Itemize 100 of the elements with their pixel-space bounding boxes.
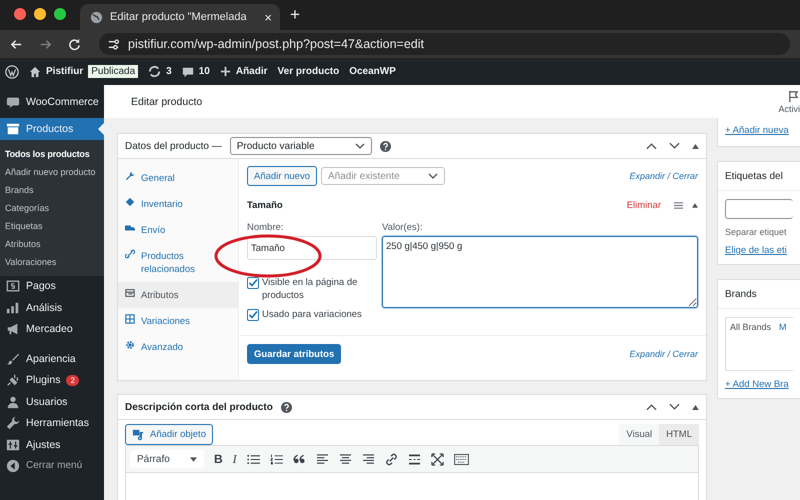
menu-item[interactable]: Pagos (0, 276, 104, 297)
collapse-menu-button[interactable]: Cerrar menú (0, 456, 104, 476)
fullscreen-icon[interactable] (430, 452, 444, 466)
link-icon[interactable] (384, 452, 398, 466)
wordpress-logo-icon[interactable] (5, 64, 19, 78)
menu-item[interactable]: Usuarios (0, 391, 104, 412)
checkbox-label: Visible en la página de productos (262, 276, 358, 302)
product-data-tab[interactable]: Variaciones (118, 308, 238, 334)
chevron-up-icon[interactable] (646, 403, 657, 411)
product-data-tab[interactable]: Productos relacionados (118, 243, 238, 282)
checkbox[interactable] (247, 309, 259, 321)
globe-icon (90, 10, 103, 24)
product-data-tab[interactable]: Envío (118, 217, 238, 243)
keyboard-icon[interactable] (454, 454, 469, 464)
remove-link[interactable]: Eliminar (626, 200, 661, 210)
close-window-button[interactable] (14, 8, 26, 20)
product-data-tab[interactable]: Avanzado (118, 334, 238, 360)
reload-icon[interactable] (68, 38, 81, 50)
chevron-down-icon (354, 143, 365, 149)
name-label: Nombre: (247, 222, 284, 233)
editor-tab[interactable]: Visual (619, 424, 660, 445)
new-content-link[interactable]: Añadir (220, 66, 268, 77)
person-icon (6, 394, 20, 409)
read-more-icon[interactable] (408, 454, 421, 464)
menu-item[interactable]: Productos (0, 118, 104, 140)
back-icon[interactable] (10, 38, 23, 50)
menu-item[interactable]: Análisis (0, 297, 104, 318)
tags-input[interactable] (725, 199, 793, 219)
maximize-window-button[interactable] (54, 8, 66, 20)
site-settings-icon[interactable] (107, 38, 120, 50)
help-icon[interactable] (380, 140, 391, 152)
collapse-triangle-icon[interactable] (692, 202, 698, 208)
megaphone-icon (6, 322, 20, 336)
checkbox[interactable] (247, 277, 259, 289)
editor-tab[interactable]: HTML (659, 424, 699, 445)
expand-close-link[interactable]: Expandir / Cerrar (629, 349, 698, 359)
menu-item[interactable]: Herramientas (0, 412, 104, 434)
submenu-item[interactable]: Añadir nuevo producto (0, 162, 104, 180)
theme-link[interactable]: OceanWP (349, 66, 396, 77)
submenu-item[interactable]: Etiquetas (0, 216, 104, 234)
quote-icon[interactable] (292, 454, 306, 464)
submenu-item[interactable]: Brands (0, 180, 104, 198)
menu-item[interactable]: WooCommerce (0, 85, 104, 118)
address-field[interactable]: pistifiur.com/wp-admin/post.php?post=47&action=edit (99, 33, 790, 55)
activity-button[interactable]: Activi (778, 90, 800, 114)
caret-icon (190, 456, 197, 462)
align-center-icon[interactable] (338, 454, 352, 464)
tab-close-button[interactable]: × (264, 10, 272, 24)
name-input[interactable]: Tamaño (247, 236, 377, 260)
add-new-brand-link[interactable]: + Add New Bra (725, 379, 793, 390)
values-label: Valor(es): (382, 222, 424, 233)
collapse-triangle-icon[interactable] (692, 144, 699, 148)
submenu-item[interactable]: Todos los productos (0, 144, 104, 162)
browser-tab[interactable]: Editar producto "Mermelada × (80, 4, 280, 30)
new-tab-button[interactable]: + (280, 5, 300, 30)
menu-item[interactable]: Apariencia (0, 348, 104, 370)
bulleted-list-icon[interactable] (246, 454, 260, 464)
chevron-down-icon (428, 173, 438, 179)
brands-tab[interactable]: M (779, 322, 787, 332)
plus-icon (220, 66, 231, 77)
chevron-down-icon[interactable] (669, 142, 680, 150)
italic-button[interactable]: I (232, 452, 237, 466)
view-product-link[interactable]: Ver producto (278, 66, 340, 77)
truck-icon (125, 223, 135, 233)
menu-item[interactable]: Ajustes (0, 434, 104, 456)
submenu-item[interactable]: Atributos (0, 234, 104, 252)
help-icon[interactable] (280, 402, 292, 412)
align-left-icon[interactable] (316, 454, 329, 464)
values-textarea[interactable]: 250 g|450 g|950 g (382, 236, 698, 308)
gear-icon (125, 340, 135, 350)
panel-title: Datos del producto — (125, 140, 222, 152)
add-new-button[interactable]: Añadir nuevo (247, 166, 317, 186)
numbered-list-icon[interactable] (270, 454, 283, 464)
product-data-tab[interactable]: Atributos (118, 282, 238, 308)
panel-title: Etiquetas del (725, 170, 783, 182)
save-attributes-button[interactable]: Guardar atributos (247, 344, 342, 364)
updates-link[interactable]: 3 (148, 65, 172, 78)
minimize-window-button[interactable] (34, 8, 46, 20)
forward-icon[interactable] (39, 38, 52, 50)
menu-item[interactable]: Plugins 2 (0, 370, 104, 391)
product-data-tab[interactable]: Inventario (118, 191, 238, 217)
chevron-down-icon[interactable] (669, 403, 680, 411)
format-select[interactable]: Párrafo (130, 450, 204, 468)
bold-button[interactable]: B (214, 452, 223, 466)
collapse-triangle-icon[interactable] (692, 404, 699, 410)
product-data-tab[interactable]: General (118, 165, 238, 191)
chevron-up-icon[interactable] (646, 142, 657, 150)
comments-link[interactable]: 10 (182, 66, 210, 78)
submenu-item[interactable]: Categorías (0, 198, 104, 216)
add-media-button[interactable]: Añadir objeto (125, 424, 213, 445)
expand-close-link[interactable]: Expandir / Cerrar (629, 171, 698, 181)
choose-tags-link[interactable]: Elige de las eti (725, 245, 793, 256)
submenu-item[interactable]: Valoraciones (0, 252, 104, 270)
menu-item[interactable]: Mercadeo (0, 318, 104, 340)
media-icon (132, 428, 145, 441)
brands-tab[interactable]: All Brands (730, 322, 772, 332)
product-type-select[interactable]: Producto variable (230, 137, 372, 155)
drag-handle-icon[interactable] (673, 200, 684, 210)
site-name-link[interactable]: Pistifiur (29, 66, 84, 78)
align-right-icon[interactable] (362, 454, 375, 464)
